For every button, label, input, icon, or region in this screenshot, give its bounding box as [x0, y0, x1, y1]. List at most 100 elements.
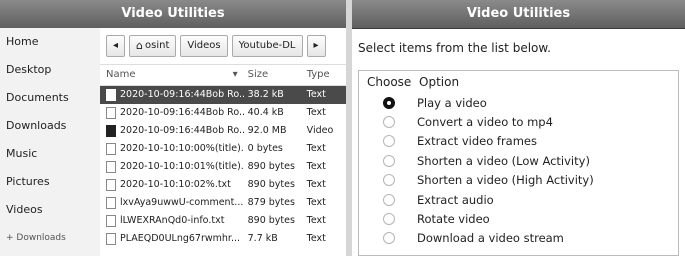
dialog-title: Video Utilities	[352, 0, 685, 29]
column-name-header[interactable]: Name ▾	[100, 65, 244, 85]
file-name-cell: lxvAya9uwwU-comment...	[100, 194, 244, 212]
place-videos[interactable]: Videos	[0, 196, 100, 224]
file-name: lLWEXRAnQd0-info.txt	[120, 215, 225, 226]
place-downloads[interactable]: Downloads	[0, 112, 100, 140]
option-row[interactable]: Shorten a video (High Activity)	[359, 171, 678, 190]
file-row[interactable]: 2020-10-09:16:44Bob Ro... 38.2 kB Text	[100, 86, 346, 104]
file-size: 890 bytes	[247, 161, 295, 172]
column-name-label: Name	[106, 69, 136, 80]
file-size: 890 bytes	[247, 215, 295, 226]
radio-unselected-icon[interactable]	[383, 174, 395, 187]
file-list-header: Name ▾ Size Type	[100, 65, 346, 86]
file-size: 890 bytes	[247, 179, 295, 190]
options-list-header: Choose Option	[359, 71, 678, 93]
radio-selected-icon[interactable]	[383, 96, 395, 109]
file-row[interactable]: 2020-10-10:10:00%(title)... 0 bytes Text	[100, 140, 346, 158]
option-row[interactable]: Download a video stream	[359, 229, 678, 248]
option-label: Shorten a video (Low Activity)	[417, 153, 590, 168]
column-size-header[interactable]: Size	[244, 65, 303, 85]
file-name-cell: 2020-10-10:10:02%.txt	[100, 176, 244, 194]
text-file-icon	[106, 197, 116, 209]
option-row[interactable]: Shorten a video (Low Activity)	[359, 151, 678, 170]
option-label: Extract video frames	[417, 134, 538, 149]
option-row[interactable]: Extract video frames	[359, 132, 678, 151]
radio-unselected-icon[interactable]	[383, 232, 395, 245]
file-size: 38.2 kB	[247, 89, 284, 100]
file-row[interactable]: 2020-10-09:16:44Bob Ro... 92.0 MB Video	[100, 122, 346, 140]
radio-unselected-icon[interactable]	[383, 154, 395, 167]
options-list: Choose Option Play a video Convert a vide…	[358, 70, 679, 256]
options-rows: Play a video Convert a video to mp4 Extrac…	[359, 93, 678, 248]
option-column-header[interactable]: Option	[419, 71, 459, 93]
option-row[interactable]: Play a video	[359, 93, 678, 112]
option-row[interactable]: Convert a video to mp4	[359, 112, 678, 131]
path-bar: ◂ ⌂ osint Videos Youtube-DL ▸	[100, 28, 346, 65]
radio-unselected-icon[interactable]	[383, 135, 395, 148]
file-type: Text	[306, 179, 326, 190]
radio-unselected-icon[interactable]	[383, 193, 395, 206]
path-forward-button[interactable]: ▸	[306, 35, 326, 57]
option-label: Shorten a video (High Activity)	[417, 173, 594, 188]
place-other-downloads[interactable]: + Downloads	[0, 224, 100, 252]
sort-arrow-icon: ▾	[232, 69, 238, 80]
file-name: 2020-10-10:10:02%.txt	[120, 179, 231, 190]
file-row[interactable]: 2020-10-09:16:44Bob Ro... 40.4 kB Text	[100, 104, 346, 122]
file-type: Text	[306, 107, 326, 118]
place-documents[interactable]: Documents	[0, 84, 100, 112]
radio-unselected-icon[interactable]	[383, 116, 395, 129]
video-file-icon	[106, 125, 116, 137]
video-utilities-dialog: Video Utilities Select items from the li…	[352, 0, 685, 256]
file-view: ◂ ⌂ osint Videos Youtube-DL ▸ Name ▾ Siz…	[100, 28, 346, 256]
home-icon: ⌂	[136, 39, 144, 52]
file-type: Text	[306, 89, 326, 100]
radio-unselected-icon[interactable]	[383, 213, 395, 226]
file-manager-title: Video Utilities	[0, 0, 346, 29]
dialog-instruction: Select items from the list below.	[358, 41, 551, 55]
file-row[interactable]: 2020-10-10:10:02%.txt 890 bytes Text	[100, 176, 346, 194]
file-name: 2020-10-10:10:00%(title)...	[120, 143, 244, 154]
text-file-icon	[106, 233, 116, 245]
file-size: 879 bytes	[247, 197, 295, 208]
place-home[interactable]: Home	[0, 28, 100, 56]
file-type: Text	[306, 215, 326, 226]
place-music[interactable]: Music	[0, 140, 100, 168]
text-file-icon	[106, 161, 116, 173]
path-crumb-youtube-dl[interactable]: Youtube-DL	[231, 35, 303, 57]
path-back-button[interactable]: ◂	[106, 35, 126, 57]
text-file-icon	[106, 143, 116, 155]
option-row[interactable]: Rotate video	[359, 209, 678, 228]
file-type: Text	[306, 233, 326, 244]
option-label: Extract audio	[417, 192, 494, 207]
file-name-cell: 2020-10-09:16:44Bob Ro...	[100, 104, 244, 122]
places-sidebar: Home Desktop Documents Downloads Music P…	[0, 28, 101, 256]
option-row[interactable]: Extract audio	[359, 190, 678, 209]
column-type-header[interactable]: Type	[303, 65, 346, 85]
place-pictures[interactable]: Pictures	[0, 168, 100, 196]
text-file-icon	[106, 89, 116, 101]
path-crumb-osint[interactable]: ⌂ osint	[129, 35, 177, 57]
file-type: Text	[306, 197, 326, 208]
file-name-cell: 2020-10-10:10:01%(title)...	[100, 158, 244, 176]
file-size: 7.7 kB	[247, 233, 278, 244]
file-name-cell: 2020-10-10:10:00%(title)...	[100, 140, 244, 158]
file-size: 40.4 kB	[247, 107, 284, 118]
file-row[interactable]: 2020-10-10:10:01%(title)... 890 bytes Text	[100, 158, 346, 176]
file-row[interactable]: lLWEXRAnQd0-info.txt 890 bytes Text	[100, 212, 346, 230]
path-crumb-videos[interactable]: Videos	[180, 35, 228, 57]
file-manager-window: Video Utilities Home Desktop Documents D…	[0, 0, 346, 256]
file-row[interactable]: lxvAya9uwwU-comment... 879 bytes Text	[100, 194, 346, 212]
text-file-icon	[106, 215, 116, 227]
file-type: Video	[306, 125, 334, 136]
file-name-cell: 2020-10-09:16:44Bob Ro...	[100, 122, 244, 140]
file-name: 2020-10-09:16:44Bob Ro...	[120, 89, 244, 100]
option-label: Convert a video to mp4	[417, 115, 553, 130]
choose-column-header[interactable]: Choose	[359, 71, 419, 93]
file-name-cell: 2020-10-09:16:44Bob Ro...	[100, 86, 244, 104]
file-row[interactable]: PLAEQD0ULng67rwmhr... 7.7 kB Text	[100, 230, 346, 248]
file-name-cell: lLWEXRAnQd0-info.txt	[100, 212, 244, 230]
file-name: lxvAya9uwwU-comment...	[120, 197, 244, 208]
file-size: 0 bytes	[247, 143, 283, 154]
place-desktop[interactable]: Desktop	[0, 56, 100, 84]
file-type: Text	[306, 161, 326, 172]
path-crumb-label: osint	[145, 40, 170, 51]
